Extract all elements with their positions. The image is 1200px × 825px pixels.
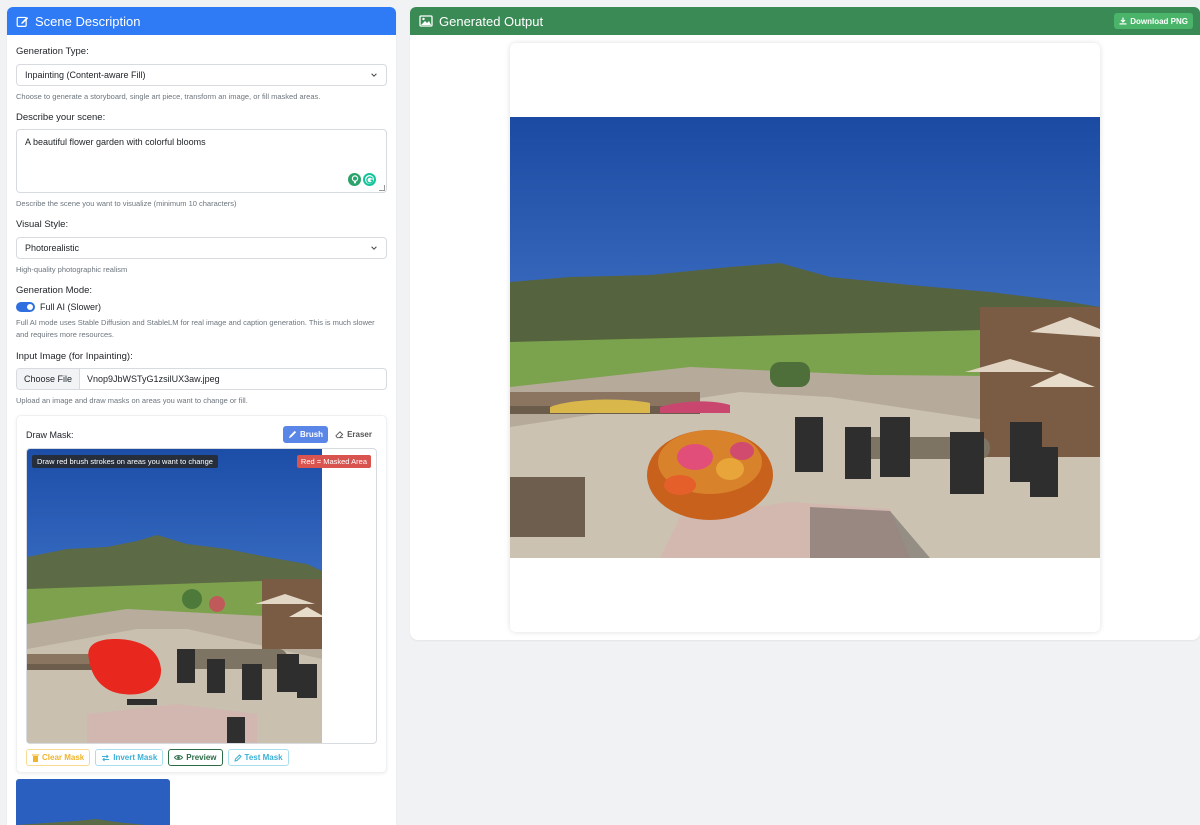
- full-ai-toggle-label: Full AI (Slower): [40, 302, 102, 312]
- pencil-icon: [233, 753, 242, 762]
- scene-description-header: Scene Description: [7, 7, 396, 35]
- visual-style-help: High-quality photographic realism: [16, 265, 128, 274]
- download-icon: [1119, 17, 1127, 25]
- mask-tool-group: Brush Eraser: [282, 426, 377, 443]
- edit-icon: [16, 16, 29, 27]
- scene-label: Describe your scene:: [16, 112, 106, 123]
- full-ai-toggle-row[interactable]: Full AI (Slower): [16, 302, 387, 312]
- generated-output-header: Generated Output Download PNG: [410, 7, 1200, 35]
- eraser-label: Eraser: [347, 430, 372, 439]
- preview-label: Preview: [186, 753, 217, 762]
- brush-label: Brush: [299, 430, 324, 439]
- input-image-help: Upload an image and draw masks on areas …: [16, 396, 248, 405]
- download-png-button[interactable]: Download PNG: [1114, 13, 1193, 29]
- input-image-file-field[interactable]: Choose File Vnop9JbWSTyG1zsilUX3aw.jpeg: [16, 368, 387, 390]
- grammarly-icon[interactable]: [363, 173, 376, 186]
- mask-action-buttons: Clear Mask Invert Mask Preview Test Mask: [26, 749, 377, 766]
- trash-icon: [32, 754, 39, 762]
- generation-type-select[interactable]: Inpainting (Content-aware Fill): [16, 64, 387, 86]
- input-image-label: Input Image (for Inpainting):: [16, 351, 133, 362]
- brush-button[interactable]: Brush: [282, 426, 329, 443]
- eraser-button[interactable]: Eraser: [330, 426, 377, 443]
- visual-style-select[interactable]: Photorealistic: [16, 237, 387, 259]
- mask-canvas[interactable]: Draw red brush strokes on areas you want…: [26, 448, 377, 744]
- textarea-extension-icons: [348, 173, 376, 186]
- brush-icon: [288, 430, 297, 439]
- mask-instruction-badge: Draw red brush strokes on areas you want…: [32, 455, 218, 468]
- generation-mode-label: Generation Mode:: [16, 285, 93, 296]
- generation-type-value: Inpainting (Content-aware Fill): [25, 70, 146, 80]
- mask-legend-badge: Red = Masked Area: [296, 455, 371, 468]
- choose-file-button[interactable]: Choose File: [17, 369, 81, 389]
- scene-description-panel: Scene Description Generation Type: Inpai…: [7, 7, 396, 825]
- visual-style-value: Photorealistic: [25, 243, 80, 253]
- generated-output-panel: Generated Output Download PNG: [410, 7, 1200, 640]
- invert-mask-label: Invert Mask: [113, 753, 158, 762]
- image-icon: [419, 15, 433, 27]
- mask-source-image: [27, 449, 322, 743]
- input-image-thumbnail: [16, 779, 170, 825]
- generation-mode-help: Full AI mode uses Stable Diffusion and S…: [16, 318, 375, 339]
- chevron-down-icon: [371, 246, 377, 250]
- chevron-down-icon: [371, 73, 377, 77]
- preview-button[interactable]: Preview: [168, 749, 223, 766]
- scene-textarea[interactable]: A beautiful flower garden with colorful …: [16, 129, 387, 193]
- selected-filename: Vnop9JbWSTyG1zsilUX3aw.jpeg: [87, 374, 220, 384]
- generated-image: [510, 117, 1100, 558]
- visual-style-label: Visual Style:: [16, 219, 69, 230]
- generated-output-title: Generated Output: [439, 13, 544, 29]
- lightbulb-icon[interactable]: [348, 173, 361, 186]
- generation-type-label: Generation Type:: [16, 46, 89, 57]
- clear-mask-label: Clear Mask: [42, 753, 85, 762]
- eraser-icon: [335, 431, 344, 439]
- resize-handle[interactable]: [379, 185, 385, 191]
- draw-mask-title: Draw Mask:: [26, 429, 74, 440]
- clear-mask-button[interactable]: Clear Mask: [26, 749, 91, 766]
- download-png-label: Download PNG: [1130, 16, 1188, 26]
- swap-icon: [102, 754, 110, 761]
- output-image-frame: [510, 43, 1100, 632]
- generation-type-help: Choose to generate a storyboard, single …: [16, 92, 321, 101]
- invert-mask-button[interactable]: Invert Mask: [95, 749, 164, 766]
- eye-icon: [174, 755, 184, 760]
- test-mask-label: Test Mask: [244, 753, 283, 762]
- full-ai-toggle[interactable]: [16, 302, 35, 312]
- scene-help: Describe the scene you want to visualize…: [16, 199, 237, 208]
- scene-description-title: Scene Description: [35, 13, 141, 29]
- scene-text: A beautiful flower garden with colorful …: [25, 137, 206, 147]
- draw-mask-card: Draw Mask: Brush Eraser Draw red brush s…: [16, 415, 387, 773]
- test-mask-button[interactable]: Test Mask: [227, 749, 289, 766]
